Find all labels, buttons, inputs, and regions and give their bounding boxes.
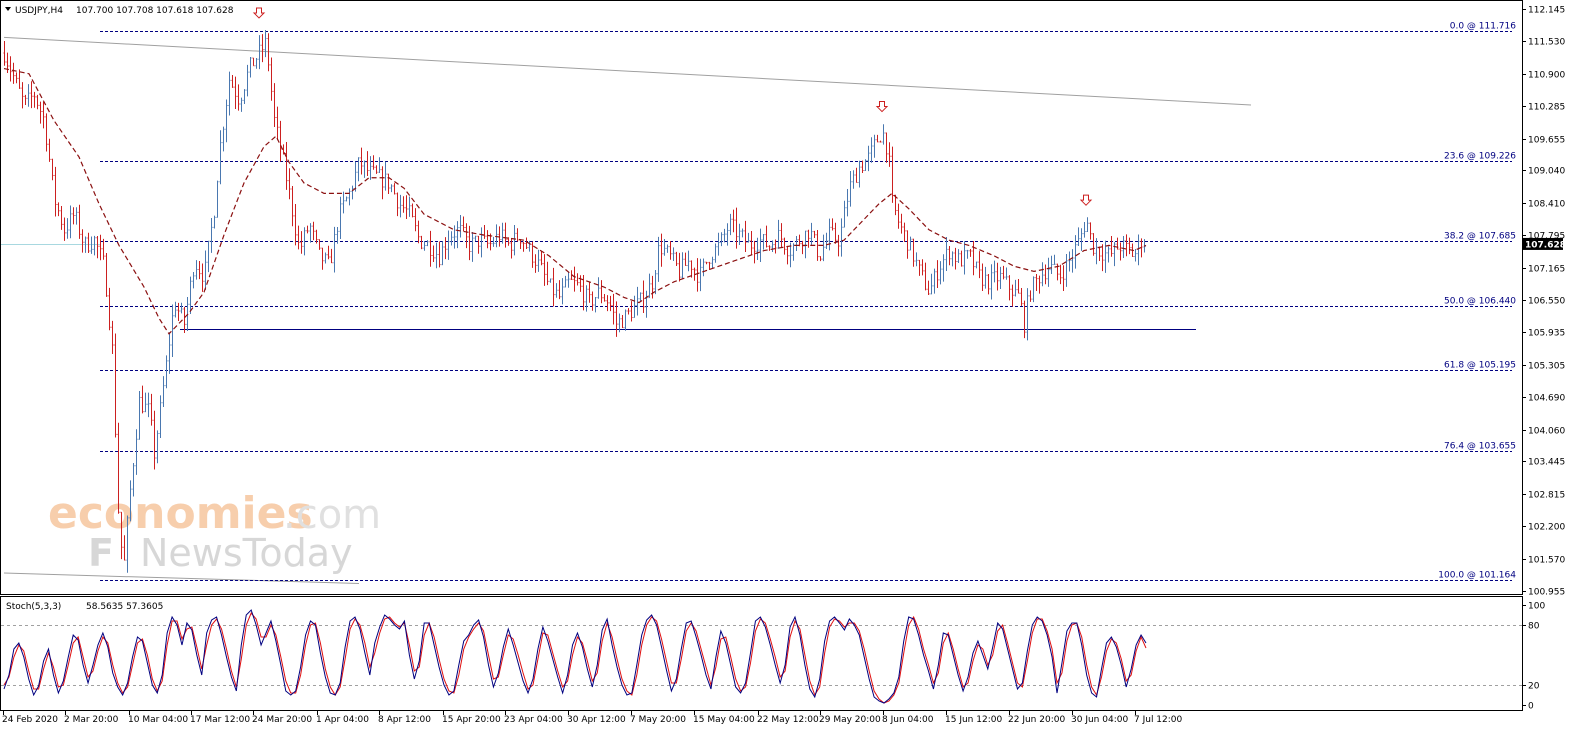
fib-level-label: 50.0 @ 106.440 bbox=[1444, 297, 1516, 307]
price-tick-label: 102.815 bbox=[1528, 491, 1565, 501]
time-tick-label: 10 Mar 04:00 bbox=[128, 715, 188, 725]
fib-level-label: 38.2 @ 107.685 bbox=[1444, 232, 1516, 242]
time-tick-label: 1 Apr 04:00 bbox=[316, 715, 369, 725]
price-tick-label: 105.305 bbox=[1528, 362, 1565, 372]
current-price-label: 107.628 bbox=[1525, 240, 1566, 250]
time-tick-label: 15 Jun 12:00 bbox=[945, 715, 1002, 725]
fib-level-label: 0.0 @ 111.716 bbox=[1450, 22, 1517, 32]
fib-level-label: 76.4 @ 103.655 bbox=[1444, 442, 1516, 452]
price-tick-label: 103.445 bbox=[1528, 458, 1565, 468]
stoch-tick-label: 20 bbox=[1528, 682, 1540, 692]
time-tick-label: 30 Apr 12:00 bbox=[567, 715, 626, 725]
time-axis: 24 Feb 2020 2 Mar 20:00 10 Mar 04:00 17 Mar… bbox=[2, 711, 1183, 725]
time-tick-label: 7 Jul 12:00 bbox=[1134, 715, 1183, 725]
stoch-tick-label: 0 bbox=[1528, 702, 1534, 712]
price-tick-label: 106.550 bbox=[1528, 297, 1565, 307]
ohlc-label: 107.700 107.708 107.618 107.628 bbox=[76, 6, 234, 16]
price-tick-label: 110.285 bbox=[1528, 103, 1565, 113]
watermark-newstoday: NewsToday bbox=[140, 531, 353, 575]
watermark: economies .com F NewsToday bbox=[48, 488, 381, 575]
stoch-name-label: Stoch(5,3,3) bbox=[6, 602, 61, 612]
symbol-label: USDJPY,H4 bbox=[15, 6, 63, 16]
time-tick-label: 22 May 12:00 bbox=[757, 715, 819, 725]
price-tick-label: 100.955 bbox=[1528, 588, 1565, 598]
stoch-tick-label: 80 bbox=[1528, 622, 1540, 632]
price-tick-label: 102.200 bbox=[1528, 523, 1565, 533]
time-tick-label: 22 Jun 20:00 bbox=[1008, 715, 1065, 725]
time-tick-label: 24 Feb 2020 bbox=[2, 715, 58, 725]
stoch-axis: 100 80 20 0 bbox=[1522, 602, 1545, 712]
watermark-fx: F bbox=[88, 531, 114, 575]
price-chart[interactable]: economies .com F NewsToday 0.0 @ 111.716… bbox=[0, 0, 1596, 743]
price-tick-label: 110.900 bbox=[1528, 71, 1565, 81]
price-tick-label: 108.410 bbox=[1528, 200, 1565, 210]
fib-level-label: 23.6 @ 109.226 bbox=[1444, 152, 1516, 162]
price-tick-label: 105.935 bbox=[1528, 329, 1565, 339]
price-tick-label: 104.690 bbox=[1528, 394, 1565, 404]
time-tick-label: 2 Mar 20:00 bbox=[64, 715, 119, 725]
time-tick-label: 30 Jun 04:00 bbox=[1071, 715, 1128, 725]
time-tick-label: 15 May 04:00 bbox=[693, 715, 755, 725]
chart-window: economies .com F NewsToday 0.0 @ 111.716… bbox=[0, 0, 1596, 743]
stoch-tick-label: 100 bbox=[1528, 602, 1545, 612]
price-tick-label: 111.530 bbox=[1528, 38, 1565, 48]
price-tick-label: 107.165 bbox=[1528, 265, 1565, 275]
price-tick-label: 104.060 bbox=[1528, 427, 1565, 437]
time-tick-label: 17 Mar 12:00 bbox=[190, 715, 250, 725]
time-tick-label: 8 Jun 04:00 bbox=[882, 715, 934, 725]
stoch-plot-frame bbox=[0, 596, 1523, 711]
time-tick-label: 23 Apr 04:00 bbox=[504, 715, 563, 725]
price-tick-label: 101.570 bbox=[1528, 556, 1565, 566]
chart-header: USDJPY,H4 107.700 107.708 107.618 107.62… bbox=[5, 6, 234, 16]
time-tick-label: 24 Mar 20:00 bbox=[252, 715, 312, 725]
fib-level-label: 61.8 @ 105.195 bbox=[1444, 361, 1516, 371]
time-tick-label: 8 Apr 12:00 bbox=[378, 715, 431, 725]
price-tick-label: 109.040 bbox=[1528, 167, 1565, 177]
time-tick-label: 7 May 20:00 bbox=[630, 715, 686, 725]
price-tick-label: 109.655 bbox=[1528, 136, 1565, 146]
time-tick-label: 29 May 20:00 bbox=[819, 715, 881, 725]
price-tick-label: 112.145 bbox=[1528, 6, 1565, 16]
stoch-values-label: 58.5635 57.3605 bbox=[86, 602, 163, 612]
time-tick-label: 15 Apr 20:00 bbox=[442, 715, 501, 725]
fib-level-label: 100.0 @ 101.164 bbox=[1438, 571, 1516, 581]
